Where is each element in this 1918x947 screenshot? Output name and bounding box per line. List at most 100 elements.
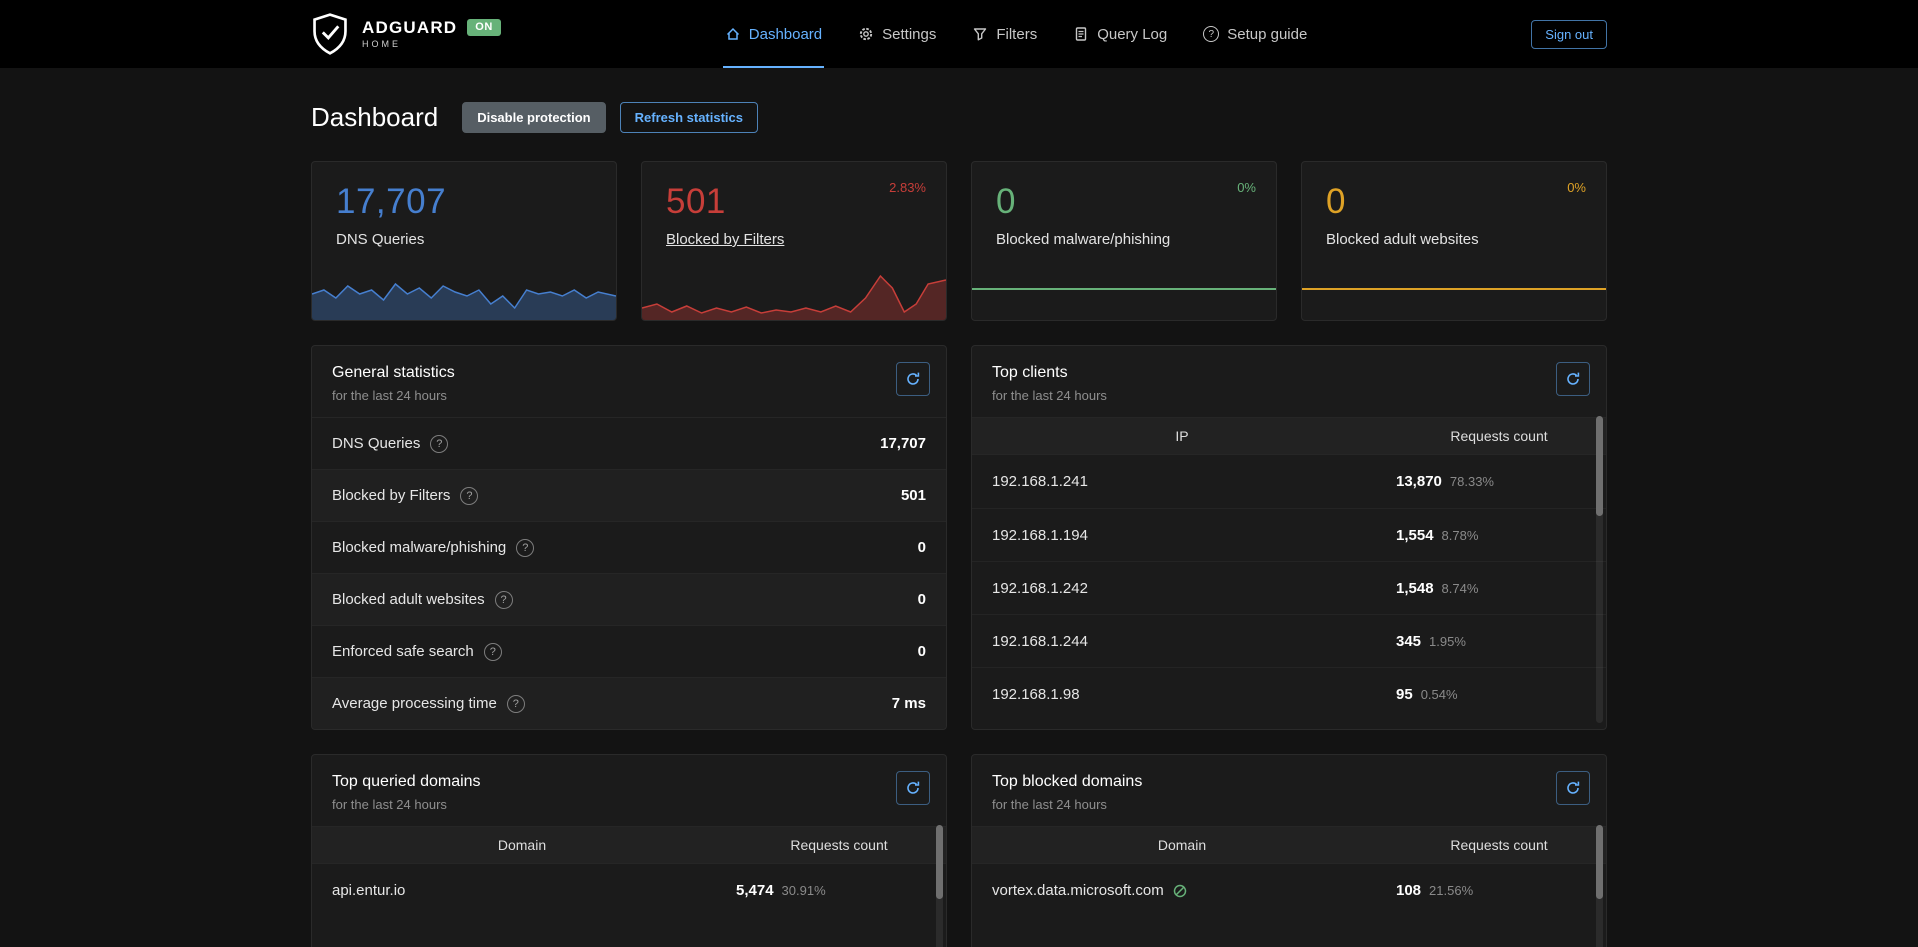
top-queried-scrollbar[interactable]	[936, 825, 943, 947]
help-icon[interactable]: ?	[460, 487, 478, 505]
refresh-top-blocked-button[interactable]	[1556, 771, 1590, 805]
gear-icon	[858, 26, 874, 42]
help-icon[interactable]: ?	[495, 591, 513, 609]
domain-row: vortex.data.microsoft.com 10821.56%	[972, 864, 1606, 917]
top-queried-table: api.entur.io 5,47430.91%	[312, 864, 946, 917]
column-requests-count: Requests count	[1392, 428, 1606, 444]
stat-row-label: DNS Queries	[332, 435, 420, 452]
help-icon[interactable]: ?	[484, 643, 502, 661]
stat-cards: 17,707 DNS Queries 501 Blocked by Filter…	[311, 161, 1607, 321]
client-row: 192.168.1.244 3451.95%	[972, 614, 1606, 667]
top-blocked-subtitle: for the last 24 hours	[992, 797, 1586, 812]
top-blocked-header: Domain Requests count	[972, 826, 1606, 864]
stat-row-label: Blocked by Filters	[332, 487, 450, 504]
dns-queries-card: 17,707 DNS Queries	[311, 161, 617, 321]
request-percent: 21.56%	[1429, 883, 1473, 898]
main-nav: Dashboard Settings Filters	[723, 0, 1310, 68]
home-icon	[725, 26, 741, 42]
refresh-icon	[1565, 371, 1581, 387]
page-head: Dashboard Disable protection Refresh sta…	[311, 102, 1607, 133]
brand-sub: HOME	[362, 40, 501, 49]
blocked-malware-flatline	[972, 288, 1276, 290]
help-icon[interactable]: ?	[430, 435, 448, 453]
column-requests-count: Requests count	[1392, 837, 1606, 853]
top-queried-header: Domain Requests count	[312, 826, 946, 864]
nav-setup-guide[interactable]: ? Setup guide	[1201, 0, 1309, 68]
blocked-by-filters-link[interactable]: Blocked by Filters	[666, 231, 784, 248]
blocked-adult-percent: 0%	[1567, 180, 1586, 195]
sign-out-button[interactable]: Sign out	[1531, 20, 1607, 49]
top-blocked-scrollbar[interactable]	[1596, 825, 1603, 947]
stat-row-value: 0	[918, 643, 926, 660]
request-count: 13,870	[1396, 473, 1442, 490]
domain-name: vortex.data.microsoft.com	[992, 882, 1164, 899]
scrollbar-thumb[interactable]	[1596, 416, 1603, 516]
general-statistics-table: DNS Queries? 17,707 Blocked by Filters? …	[312, 417, 946, 729]
page-title: Dashboard	[311, 102, 438, 133]
blocked-filters-sparkline	[642, 268, 946, 320]
adguard-logo[interactable]: ADGUARD ON HOME	[311, 0, 501, 68]
request-percent: 8.78%	[1442, 528, 1479, 543]
blocked-by-filters-card: 501 Blocked by Filters 2.83%	[641, 161, 947, 321]
stat-row: Blocked by Filters? 501	[312, 469, 946, 521]
client-ip: 192.168.1.194	[992, 527, 1396, 544]
dns-queries-label: DNS Queries	[336, 231, 592, 248]
client-ip: 192.168.1.242	[992, 580, 1396, 597]
stat-row: DNS Queries? 17,707	[312, 417, 946, 469]
general-statistics-subtitle: for the last 24 hours	[332, 388, 926, 403]
request-count: 5,474	[736, 882, 774, 899]
filtered-icon	[1172, 883, 1188, 899]
refresh-top-clients-button[interactable]	[1556, 362, 1590, 396]
refresh-general-statistics-button[interactable]	[896, 362, 930, 396]
brand-text: ADGUARD ON HOME	[362, 19, 501, 49]
scrollbar-thumb[interactable]	[1596, 825, 1603, 899]
column-domain: Domain	[312, 837, 732, 853]
nav-query-log-label: Query Log	[1097, 26, 1167, 43]
nav-dashboard[interactable]: Dashboard	[723, 0, 824, 68]
refresh-top-queried-button[interactable]	[896, 771, 930, 805]
client-row: 192.168.1.241 13,87078.33%	[972, 455, 1606, 508]
request-count: 95	[1396, 686, 1413, 703]
disable-protection-button[interactable]: Disable protection	[462, 102, 605, 133]
blocked-adult-value: 0	[1326, 182, 1582, 222]
request-count: 1,548	[1396, 580, 1434, 597]
blocked-adult-flatline	[1302, 288, 1606, 290]
top-clients-title: Top clients	[992, 364, 1586, 382]
nav-filters[interactable]: Filters	[970, 0, 1039, 68]
refresh-statistics-button[interactable]: Refresh statistics	[620, 102, 758, 133]
blocked-malware-value: 0	[996, 182, 1252, 222]
document-icon	[1073, 26, 1089, 42]
nav-settings[interactable]: Settings	[856, 0, 938, 68]
protection-on-badge: ON	[467, 19, 501, 36]
client-row: 192.168.1.98 950.54%	[972, 667, 1606, 720]
top-clients-scrollbar[interactable]	[1596, 416, 1603, 723]
stat-row-label: Blocked malware/phishing	[332, 539, 506, 556]
top-queried-domains-panel: Top queried domains for the last 24 hour…	[311, 754, 947, 947]
top-blocked-table: vortex.data.microsoft.com 10821.56%	[972, 864, 1606, 917]
stat-row: Enforced safe search? 0	[312, 625, 946, 677]
request-count: 1,554	[1396, 527, 1434, 544]
client-row: 192.168.1.242 1,548 8.74%	[972, 561, 1606, 614]
request-percent: 8.74%	[1442, 581, 1479, 596]
client-ip: 192.168.1.244	[992, 633, 1396, 650]
top-queried-title: Top queried domains	[332, 773, 926, 791]
dns-queries-sparkline	[312, 268, 616, 320]
dns-queries-value: 17,707	[336, 182, 592, 222]
blocked-filters-value: 501	[666, 182, 922, 222]
top-queried-subtitle: for the last 24 hours	[332, 797, 926, 812]
nav-filters-label: Filters	[996, 26, 1037, 43]
domain-row: api.entur.io 5,47430.91%	[312, 864, 946, 917]
help-icon[interactable]: ?	[507, 695, 525, 713]
stat-row-label: Blocked adult websites	[332, 591, 485, 608]
stat-row: Blocked adult websites? 0	[312, 573, 946, 625]
column-domain: Domain	[972, 837, 1392, 853]
scrollbar-thumb[interactable]	[936, 825, 943, 899]
nav-query-log[interactable]: Query Log	[1071, 0, 1169, 68]
help-icon[interactable]: ?	[516, 539, 534, 557]
blocked-malware-card: 0 Blocked malware/phishing 0%	[971, 161, 1277, 321]
request-percent: 78.33%	[1450, 474, 1494, 489]
stat-row: Blocked malware/phishing? 0	[312, 521, 946, 573]
brand-name: ADGUARD	[362, 19, 457, 36]
blocked-malware-percent: 0%	[1237, 180, 1256, 195]
refresh-icon	[1565, 780, 1581, 796]
